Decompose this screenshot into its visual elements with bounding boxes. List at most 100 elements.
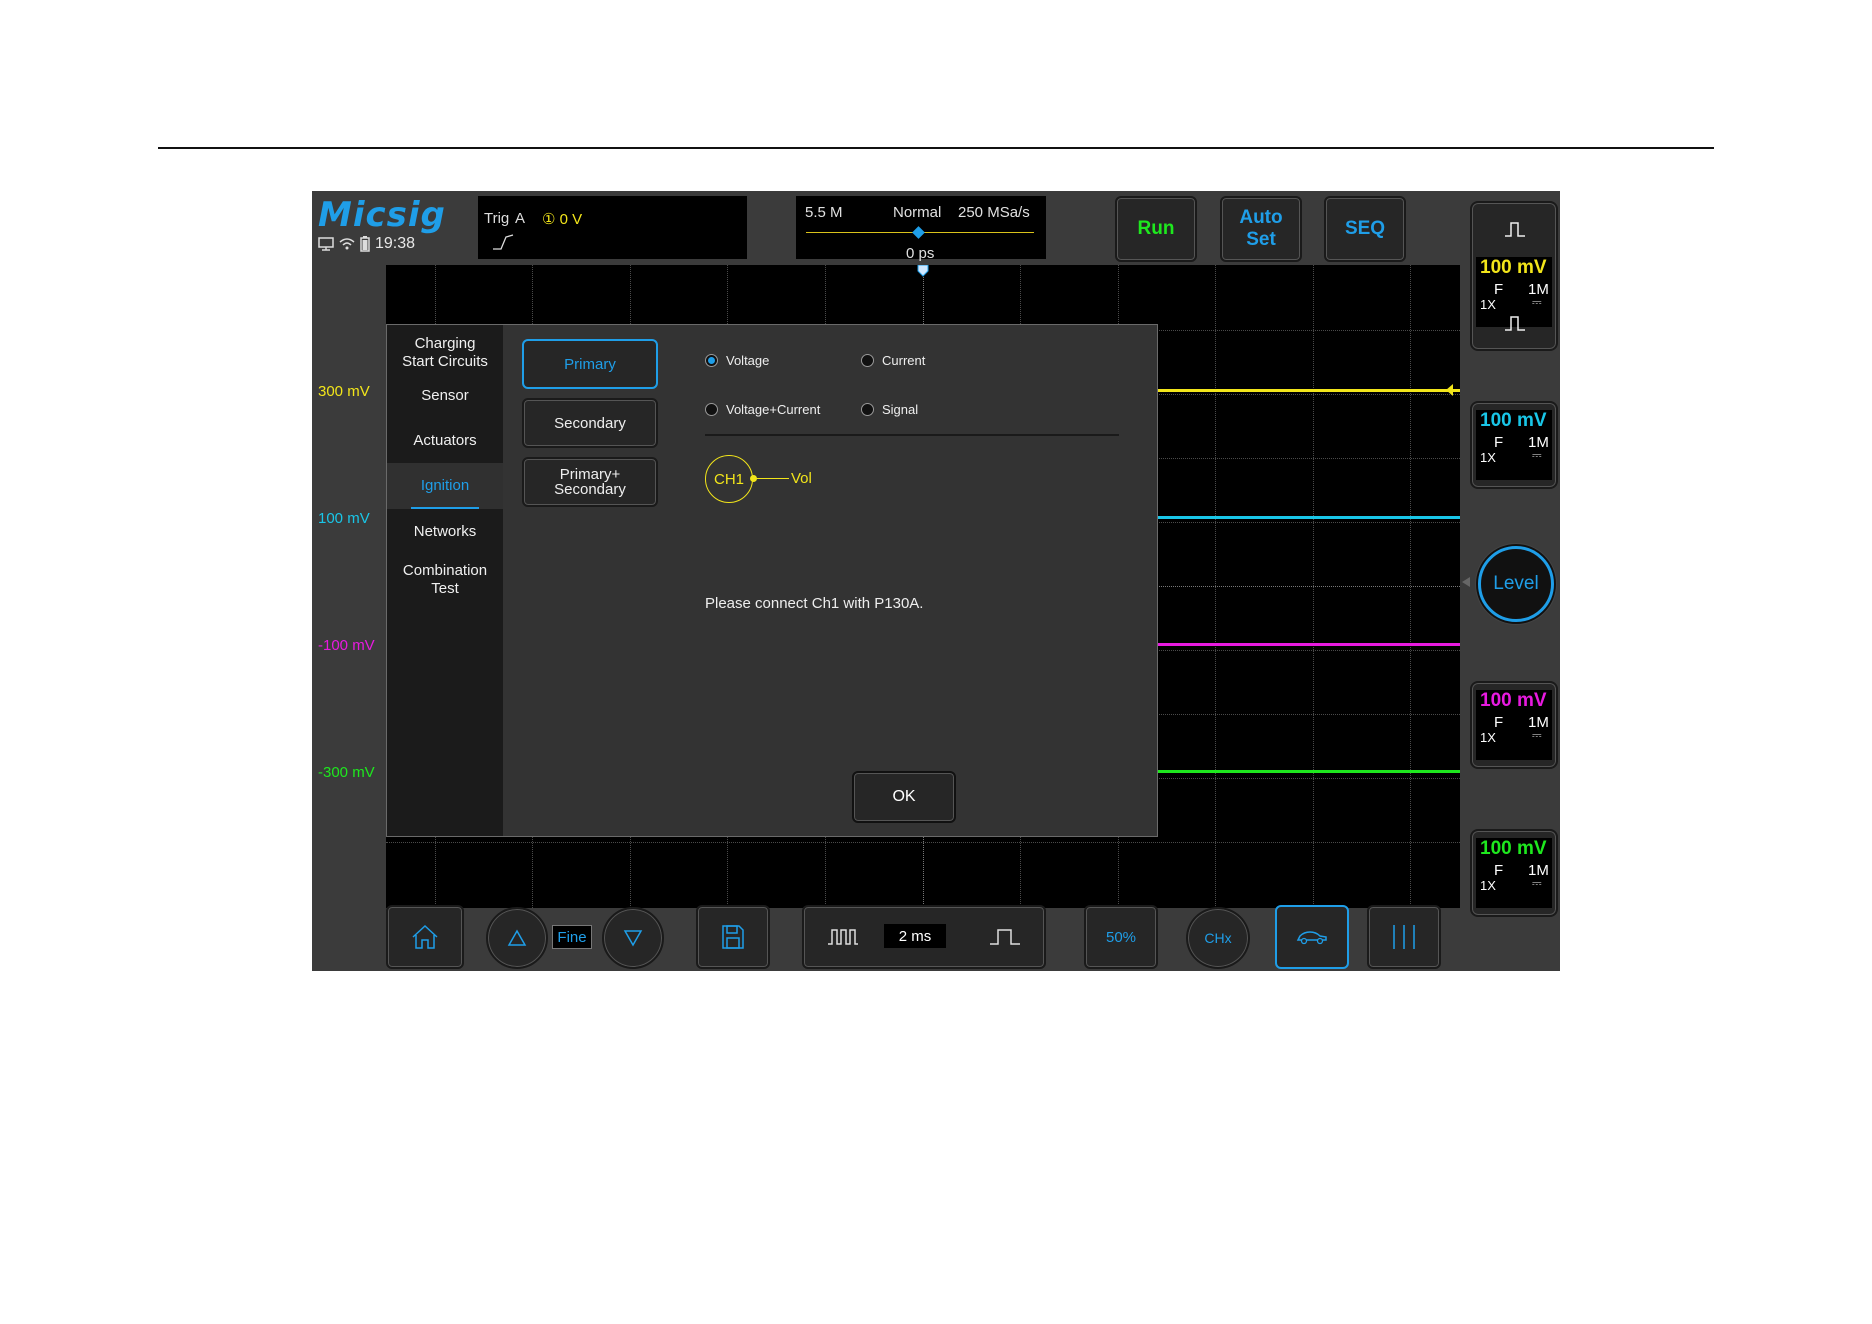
ch1-coupling: F	[1494, 281, 1504, 298]
cursor-button[interactable]	[1367, 905, 1441, 969]
radio-circle	[705, 403, 718, 416]
timebase-panel[interactable]: 5.5 M Normal 250 MSa/s 0 ps	[796, 196, 1046, 262]
ch1-card[interactable]: 100 mV F 1M 1X ⎓	[1470, 201, 1558, 351]
horizontal-position: 0 ps	[906, 245, 935, 262]
rising-edge-icon	[493, 234, 514, 250]
primary-button[interactable]: Primary	[522, 339, 658, 389]
ch4-info: 100 mV F 1M 1X ⎓	[1476, 838, 1552, 908]
save-button[interactable]	[696, 905, 770, 969]
acquire-mode: Normal	[893, 204, 942, 221]
wide-pulse-icon	[990, 929, 1020, 945]
timebase-decrease-button[interactable]	[804, 907, 882, 967]
menu-item-ignition[interactable]: Ignition	[387, 463, 503, 509]
trigger-position-marker[interactable]	[917, 265, 929, 277]
trigger-level: ① 0 V	[542, 211, 583, 228]
ch1-connection-dot	[750, 475, 757, 482]
menu-item-sensor[interactable]: Sensor	[387, 387, 503, 407]
primary-secondary-button[interactable]: Primary+ Secondary	[522, 457, 658, 507]
oscilloscope-screen: Micsig 19:38 Trig A ① 0 V 5.5 M Normal 2…	[312, 191, 1560, 971]
ch3-coupling: F	[1494, 714, 1504, 731]
voltage-label: Voltage	[726, 353, 770, 368]
automotive-test-dialog: Charging Start Circuits Sensor Actuators…	[386, 324, 1158, 837]
menu-item-combination-line2: Test	[431, 580, 459, 597]
save-icon	[722, 925, 744, 949]
triangle-down-icon	[623, 930, 643, 947]
ch3-dc: ⎓	[1532, 728, 1542, 742]
battery-icon	[360, 236, 370, 252]
fifty-percent-button[interactable]: 50%	[1084, 905, 1158, 969]
auto-set-button[interactable]: Auto Set	[1220, 196, 1302, 262]
monitor-icon	[318, 237, 334, 251]
signal-label: Signal	[882, 402, 919, 417]
timebase-increase-button[interactable]	[966, 907, 1044, 967]
ch4-coupling: F	[1494, 862, 1504, 879]
ch4-dc: ⎓	[1532, 876, 1542, 890]
ok-button[interactable]: OK	[852, 771, 956, 823]
radio-circle-selected	[705, 354, 718, 367]
trigger-label: Trig	[484, 210, 510, 227]
run-button[interactable]: Run	[1115, 196, 1197, 262]
triangle-up-icon	[507, 929, 527, 946]
level-arrow-icon	[1462, 577, 1470, 587]
secondary-button[interactable]: Secondary	[522, 398, 658, 448]
y-label-ch4: -300 mV	[318, 764, 375, 781]
ch1-connection-line	[753, 478, 789, 479]
wifi-icon	[339, 238, 355, 250]
connection-instruction: Please connect Ch1 with P130A.	[705, 595, 924, 612]
ch4-card[interactable]: 100 mV F 1M 1X ⎓	[1470, 829, 1558, 917]
voltage-current-radio[interactable]: Voltage+Current	[705, 402, 820, 417]
trigger-panel[interactable]: Trig A ① 0 V	[478, 196, 747, 259]
sample-rate: 250 MSa/s	[958, 204, 1030, 221]
ch3-info: 100 mV F 1M 1X ⎓	[1476, 690, 1552, 760]
ch2-probe: 1X	[1480, 450, 1496, 465]
auto-set-line1: Auto	[1239, 207, 1283, 228]
menu-item-combination-line1: Combination	[402, 562, 488, 579]
voltage-radio[interactable]: Voltage	[705, 353, 769, 368]
memory-position-marker	[912, 226, 925, 239]
fine-down-button[interactable]	[602, 907, 664, 969]
ch2-info: 100 mV F 1M 1X ⎓	[1476, 410, 1552, 480]
ch2-card[interactable]: 100 mV F 1M 1X ⎓	[1470, 401, 1558, 489]
menu-item-charging-line1: Charging	[414, 335, 476, 352]
pulse-icon	[1505, 222, 1525, 237]
ch1-measure-label: Vol	[791, 470, 812, 487]
primary-secondary-line1: Primary+	[559, 466, 621, 483]
level-button[interactable]: Level	[1478, 546, 1554, 622]
auto-set-line2: Set	[1246, 229, 1276, 250]
timebase-value: 2 ms	[884, 924, 946, 948]
current-radio[interactable]: Current	[861, 353, 925, 368]
menu-item-combination-test[interactable]: Combination Test	[387, 562, 503, 598]
signal-radio[interactable]: Signal	[861, 402, 918, 417]
dense-pulse-icon	[828, 929, 858, 945]
trigger-level-marker[interactable]	[1446, 384, 1460, 396]
ch1-connection-badge: CH1	[705, 455, 753, 503]
menu-item-actuators[interactable]: Actuators	[387, 432, 503, 452]
radio-circle	[861, 354, 874, 367]
fine-toggle[interactable]: Fine	[552, 925, 592, 949]
y-label-ch3: -100 mV	[318, 637, 375, 654]
page-divider	[158, 147, 1714, 149]
pulse-icon	[1505, 316, 1525, 331]
ch3-scale: 100 mV	[1480, 690, 1547, 711]
automotive-button[interactable]	[1275, 905, 1349, 969]
channel-hz-button[interactable]: CHx	[1186, 907, 1250, 969]
ch3-probe: 1X	[1480, 730, 1496, 745]
active-underline	[411, 507, 479, 509]
ch3-card[interactable]: 100 mV F 1M 1X ⎓	[1470, 681, 1558, 769]
memory-depth: 5.5 M	[805, 204, 843, 221]
fine-up-button[interactable]	[486, 907, 548, 969]
timebase-control: 2 ms	[802, 905, 1046, 969]
y-label-ch1: 300 mV	[318, 383, 370, 400]
trigger-source: A	[515, 210, 526, 227]
menu-item-charging[interactable]: Charging Start Circuits	[387, 335, 503, 371]
seq-button[interactable]: SEQ	[1324, 196, 1406, 262]
y-label-ch2: 100 mV	[318, 510, 370, 527]
ch1-probe: 1X	[1480, 297, 1496, 312]
ch2-dc: ⎓	[1532, 448, 1542, 462]
home-button[interactable]	[386, 905, 464, 969]
ch2-coupling: F	[1494, 434, 1504, 451]
cursor-lines-icon	[1393, 925, 1415, 949]
ch1-scale: 100 mV	[1480, 257, 1547, 278]
radio-circle	[861, 403, 874, 416]
menu-item-networks[interactable]: Networks	[387, 523, 503, 543]
